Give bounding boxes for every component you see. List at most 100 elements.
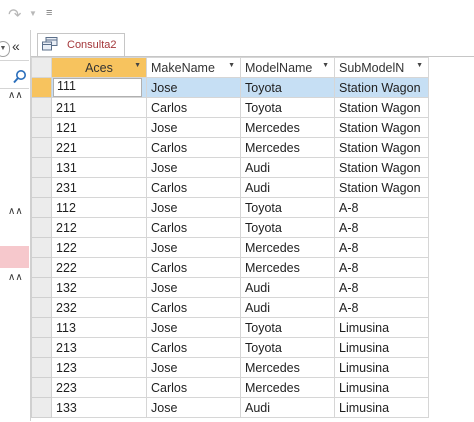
table-row[interactable]: 111 Jose Toyota Station Wagon bbox=[31, 77, 429, 98]
group-collapse-icon[interactable]: ∧∧ bbox=[8, 272, 23, 283]
column-dropdown-icon[interactable]: ▼ bbox=[322, 62, 329, 69]
makename-cell[interactable]: Jose bbox=[146, 157, 241, 178]
makename-cell[interactable]: Jose bbox=[146, 357, 241, 378]
modelname-header[interactable]: ModelName ▼ bbox=[240, 57, 335, 78]
aces-cell[interactable]: 122 bbox=[51, 237, 147, 258]
modelname-cell[interactable]: Toyota bbox=[240, 197, 335, 218]
makename-cell[interactable]: Carlos bbox=[146, 217, 241, 238]
modelname-cell[interactable]: Mercedes bbox=[240, 257, 335, 278]
aces-cell[interactable]: 123 bbox=[51, 357, 147, 378]
table-row[interactable]: 212 Carlos Toyota A-8 bbox=[31, 217, 429, 238]
submodelname-header[interactable]: SubModelN ▼ bbox=[334, 57, 429, 78]
aces-cell[interactable]: 133 bbox=[51, 397, 147, 418]
search-icon[interactable] bbox=[11, 68, 29, 86]
table-row[interactable]: 123 Jose Mercedes Limusina bbox=[31, 357, 429, 378]
record-selector[interactable] bbox=[31, 157, 52, 178]
modelname-cell[interactable]: Mercedes bbox=[240, 117, 335, 138]
submodelname-cell[interactable]: Station Wagon bbox=[334, 117, 429, 138]
record-selector[interactable] bbox=[31, 317, 52, 338]
makename-cell[interactable]: Jose bbox=[146, 317, 241, 338]
submodelname-cell[interactable]: Station Wagon bbox=[334, 137, 429, 158]
table-row[interactable]: 231 Carlos Audi Station Wagon bbox=[31, 177, 429, 198]
table-row[interactable]: 112 Jose Toyota A-8 bbox=[31, 197, 429, 218]
record-selector[interactable] bbox=[31, 237, 52, 258]
record-selector[interactable] bbox=[31, 217, 52, 238]
makename-cell[interactable]: Carlos bbox=[146, 97, 241, 118]
submodelname-cell[interactable]: Limusina bbox=[334, 397, 429, 418]
redo-icon[interactable]: ↷ bbox=[8, 5, 21, 25]
column-dropdown-icon[interactable]: ▼ bbox=[228, 62, 235, 69]
table-row[interactable]: 133 Jose Audi Limusina bbox=[31, 397, 429, 418]
record-selector[interactable] bbox=[31, 77, 52, 98]
aces-cell[interactable]: 232 bbox=[51, 297, 147, 318]
submodelname-cell[interactable]: A-8 bbox=[334, 277, 429, 298]
makename-cell[interactable]: Jose bbox=[146, 277, 241, 298]
table-row[interactable]: 213 Carlos Toyota Limusina bbox=[31, 337, 429, 358]
makename-cell[interactable]: Jose bbox=[146, 77, 241, 98]
record-selector[interactable] bbox=[31, 117, 52, 138]
submodelname-cell[interactable]: Station Wagon bbox=[334, 97, 429, 118]
record-selector[interactable] bbox=[31, 377, 52, 398]
modelname-cell[interactable]: Audi bbox=[240, 277, 335, 298]
record-selector[interactable] bbox=[31, 197, 52, 218]
submodelname-cell[interactable]: A-8 bbox=[334, 197, 429, 218]
aces-cell[interactable]: 131 bbox=[51, 157, 147, 178]
group-collapse-icon[interactable]: ∧∧ bbox=[8, 90, 23, 101]
submodelname-cell[interactable]: A-8 bbox=[334, 257, 429, 278]
aces-cell[interactable]: 222 bbox=[51, 257, 147, 278]
modelname-cell[interactable]: Mercedes bbox=[240, 377, 335, 398]
record-selector[interactable] bbox=[31, 137, 52, 158]
makename-cell[interactable]: Jose bbox=[146, 197, 241, 218]
collapse-pane-icon[interactable]: « bbox=[12, 38, 20, 54]
nav-selected-item[interactable] bbox=[0, 246, 29, 268]
makename-cell[interactable]: Carlos bbox=[146, 137, 241, 158]
aces-cell[interactable]: 211 bbox=[51, 97, 147, 118]
aces-cell[interactable]: 213 bbox=[51, 337, 147, 358]
aces-cell[interactable]: 121 bbox=[51, 117, 147, 138]
makename-cell[interactable]: Jose bbox=[146, 117, 241, 138]
table-row[interactable]: 222 Carlos Mercedes A-8 bbox=[31, 257, 429, 278]
record-selector[interactable] bbox=[31, 97, 52, 118]
aces-header[interactable]: Aces ▼ bbox=[51, 57, 147, 78]
table-row[interactable]: 221 Carlos Mercedes Station Wagon bbox=[31, 137, 429, 158]
table-row[interactable]: 211 Carlos Toyota Station Wagon bbox=[31, 97, 429, 118]
modelname-cell[interactable]: Audi bbox=[240, 177, 335, 198]
submodelname-cell[interactable]: Limusina bbox=[334, 317, 429, 338]
aces-cell[interactable]: 231 bbox=[51, 177, 147, 198]
aces-cell[interactable]: 212 bbox=[51, 217, 147, 238]
record-selector[interactable] bbox=[31, 397, 52, 418]
modelname-cell[interactable]: Mercedes bbox=[240, 137, 335, 158]
tab-consulta2[interactable]: Consulta2 bbox=[37, 33, 125, 57]
aces-cell[interactable]: 113 bbox=[51, 317, 147, 338]
makename-cell[interactable]: Jose bbox=[146, 237, 241, 258]
record-selector[interactable] bbox=[31, 277, 52, 298]
record-selector[interactable] bbox=[31, 177, 52, 198]
submodelname-cell[interactable]: Station Wagon bbox=[334, 157, 429, 178]
makename-cell[interactable]: Carlos bbox=[146, 377, 241, 398]
nav-menu-dropdown-icon[interactable]: ▼ bbox=[0, 41, 10, 57]
aces-cell[interactable]: 221 bbox=[51, 137, 147, 158]
modelname-cell[interactable]: Audi bbox=[240, 297, 335, 318]
modelname-cell[interactable]: Toyota bbox=[240, 97, 335, 118]
group-collapse-icon[interactable]: ∧∧ bbox=[8, 206, 23, 217]
table-row[interactable]: 232 Carlos Audi A-8 bbox=[31, 297, 429, 318]
submodelname-cell[interactable]: A-8 bbox=[334, 237, 429, 258]
makename-cell[interactable]: Carlos bbox=[146, 177, 241, 198]
makename-cell[interactable]: Jose bbox=[146, 397, 241, 418]
submodelname-cell[interactable]: Limusina bbox=[334, 337, 429, 358]
modelname-cell[interactable]: Toyota bbox=[240, 77, 335, 98]
cell-editor[interactable]: 111 bbox=[53, 78, 142, 97]
table-row[interactable]: 223 Carlos Mercedes Limusina bbox=[31, 377, 429, 398]
aces-cell[interactable]: 132 bbox=[51, 277, 147, 298]
modelname-cell[interactable]: Toyota bbox=[240, 217, 335, 238]
makename-cell[interactable]: Carlos bbox=[146, 337, 241, 358]
column-dropdown-icon[interactable]: ▼ bbox=[134, 62, 141, 69]
record-selector[interactable] bbox=[31, 257, 52, 278]
table-row[interactable]: 113 Jose Toyota Limusina bbox=[31, 317, 429, 338]
table-row[interactable]: 131 Jose Audi Station Wagon bbox=[31, 157, 429, 178]
submodelname-cell[interactable]: A-8 bbox=[334, 217, 429, 238]
record-selector[interactable] bbox=[31, 337, 52, 358]
makename-cell[interactable]: Carlos bbox=[146, 297, 241, 318]
submodelname-cell[interactable]: A-8 bbox=[334, 297, 429, 318]
record-selector[interactable] bbox=[31, 357, 52, 378]
